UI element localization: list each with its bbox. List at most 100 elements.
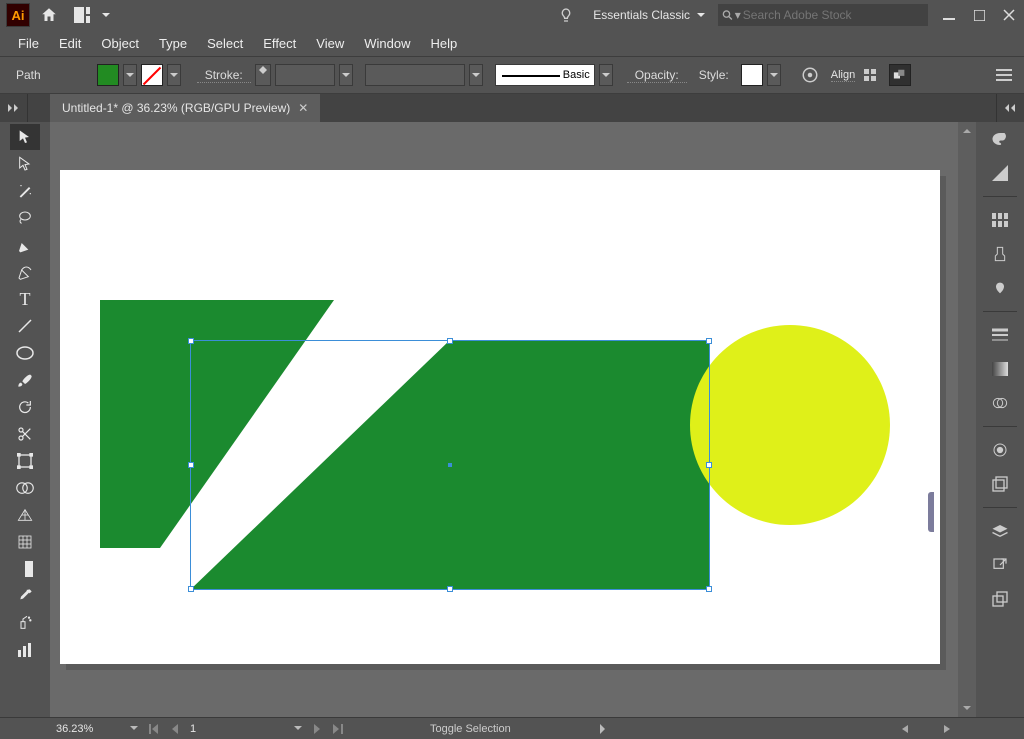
color-panel-button[interactable] xyxy=(985,126,1015,152)
symbols-panel-button[interactable] xyxy=(985,275,1015,301)
next-artboard-button[interactable] xyxy=(310,721,326,737)
column-graph-tool[interactable] xyxy=(10,637,40,663)
lasso-tool[interactable] xyxy=(10,205,40,231)
type-tool[interactable]: T xyxy=(10,286,40,312)
graphic-style-swatch[interactable] xyxy=(741,64,763,86)
direct-selection-tool[interactable] xyxy=(10,151,40,177)
tab-close-button[interactable]: ✕ xyxy=(298,101,308,115)
scissors-tool[interactable] xyxy=(10,421,40,447)
asset-export-panel-button[interactable] xyxy=(985,552,1015,578)
mesh-tool[interactable] xyxy=(10,529,40,555)
stroke-weight-dropdown[interactable] xyxy=(339,64,353,86)
brush-dropdown[interactable] xyxy=(599,64,613,86)
selection-tool[interactable] xyxy=(10,124,40,150)
selection-handle-n[interactable] xyxy=(447,338,453,344)
layers-panel-button[interactable] xyxy=(985,518,1015,544)
brush-definition[interactable]: Basic xyxy=(495,64,595,86)
stroke-panel-button[interactable] xyxy=(985,322,1015,348)
status-menu-button[interactable] xyxy=(595,721,611,737)
selection-handle-sw[interactable] xyxy=(188,586,194,592)
hscroll-right-button[interactable] xyxy=(940,721,956,737)
arrange-documents-button[interactable] xyxy=(72,0,112,30)
fill-dropdown[interactable] xyxy=(123,64,137,86)
stroke-swatch[interactable] xyxy=(141,64,163,86)
menu-effect[interactable]: Effect xyxy=(253,32,306,55)
selection-handle-e[interactable] xyxy=(706,462,712,468)
gradient-tool[interactable] xyxy=(10,556,40,582)
canvas-viewport[interactable] xyxy=(50,122,958,717)
scroll-down-button[interactable] xyxy=(958,701,976,717)
stock-search-input[interactable] xyxy=(743,8,924,22)
stroke-dropdown[interactable] xyxy=(167,64,181,86)
artboard[interactable] xyxy=(60,170,940,664)
variable-width-profile[interactable] xyxy=(365,64,465,86)
gradient-panel-button[interactable] xyxy=(985,356,1015,382)
tools-expand-button[interactable] xyxy=(0,94,28,122)
minimize-button[interactable] xyxy=(934,4,964,26)
stroke-panel-link[interactable]: Stroke: xyxy=(197,68,251,83)
yellow-circle[interactable] xyxy=(690,325,890,525)
selection-handle-se[interactable] xyxy=(706,586,712,592)
panel-drawer-handle[interactable] xyxy=(928,492,934,532)
maximize-button[interactable] xyxy=(964,4,994,26)
rotate-tool[interactable] xyxy=(10,394,40,420)
free-transform-tool[interactable] xyxy=(10,448,40,474)
panels-expand-button[interactable] xyxy=(996,94,1024,122)
scroll-track[interactable] xyxy=(958,138,976,701)
zoom-level-field[interactable]: 36.23% xyxy=(52,723,122,735)
paintbrush-tool[interactable] xyxy=(10,367,40,393)
variable-width-dropdown[interactable] xyxy=(469,64,483,86)
last-artboard-button[interactable] xyxy=(330,721,346,737)
appearance-panel-button[interactable] xyxy=(985,437,1015,463)
menu-edit[interactable]: Edit xyxy=(49,32,91,55)
selection-handle-nw[interactable] xyxy=(188,338,194,344)
isolate-button[interactable] xyxy=(889,64,911,86)
selection-bounds[interactable] xyxy=(190,340,710,590)
color-guide-panel-button[interactable] xyxy=(985,160,1015,186)
align-panel-link[interactable]: Align xyxy=(831,69,855,82)
menu-window[interactable]: Window xyxy=(354,32,420,55)
swatches-panel-button[interactable] xyxy=(985,207,1015,233)
zoom-dropdown[interactable] xyxy=(126,721,142,737)
menu-help[interactable]: Help xyxy=(420,32,467,55)
scroll-up-button[interactable] xyxy=(958,122,976,138)
menu-object[interactable]: Object xyxy=(91,32,149,55)
recolor-artwork-button[interactable] xyxy=(797,62,823,88)
menu-view[interactable]: View xyxy=(306,32,354,55)
stroke-weight-field[interactable] xyxy=(275,64,335,86)
line-segment-tool[interactable] xyxy=(10,313,40,339)
vertical-scrollbar[interactable] xyxy=(958,122,976,717)
document-tab[interactable]: Untitled-1* @ 36.23% (RGB/GPU Preview) ✕ xyxy=(50,94,320,122)
eyedropper-tool[interactable] xyxy=(10,583,40,609)
opacity-panel-link[interactable]: Opacity: xyxy=(627,68,687,83)
prev-artboard-button[interactable] xyxy=(166,721,182,737)
magic-wand-tool[interactable] xyxy=(10,178,40,204)
control-menu-button[interactable] xyxy=(992,63,1016,87)
selection-handle-w[interactable] xyxy=(188,462,194,468)
brushes-panel-button[interactable] xyxy=(985,241,1015,267)
pen-tool[interactable] xyxy=(10,232,40,258)
fill-swatch[interactable] xyxy=(97,64,119,86)
curvature-tool[interactable] xyxy=(10,259,40,285)
perspective-grid-tool[interactable] xyxy=(10,502,40,528)
workspace-switcher[interactable]: Essentials Classic xyxy=(587,3,712,27)
selection-center[interactable] xyxy=(448,463,452,467)
selection-handle-ne[interactable] xyxy=(706,338,712,344)
artboard-dropdown[interactable] xyxy=(290,721,306,737)
menu-file[interactable]: File xyxy=(8,32,49,55)
shape-builder-tool[interactable] xyxy=(10,475,40,501)
ellipse-tool[interactable] xyxy=(10,340,40,366)
discover-button[interactable] xyxy=(551,0,581,30)
symbol-sprayer-tool[interactable] xyxy=(10,610,40,636)
home-button[interactable] xyxy=(34,0,64,30)
selection-handle-s[interactable] xyxy=(447,586,453,592)
graphic-style-dropdown[interactable] xyxy=(767,64,781,86)
close-button[interactable] xyxy=(994,4,1024,26)
stroke-weight-stepper[interactable] xyxy=(255,64,271,86)
stock-search[interactable]: ▾ xyxy=(718,4,928,26)
transparency-panel-button[interactable] xyxy=(985,390,1015,416)
hscroll-left-button[interactable] xyxy=(896,721,912,737)
artboard-number-field[interactable]: 1 xyxy=(186,723,286,735)
first-artboard-button[interactable] xyxy=(146,721,162,737)
graphic-styles-panel-button[interactable] xyxy=(985,471,1015,497)
